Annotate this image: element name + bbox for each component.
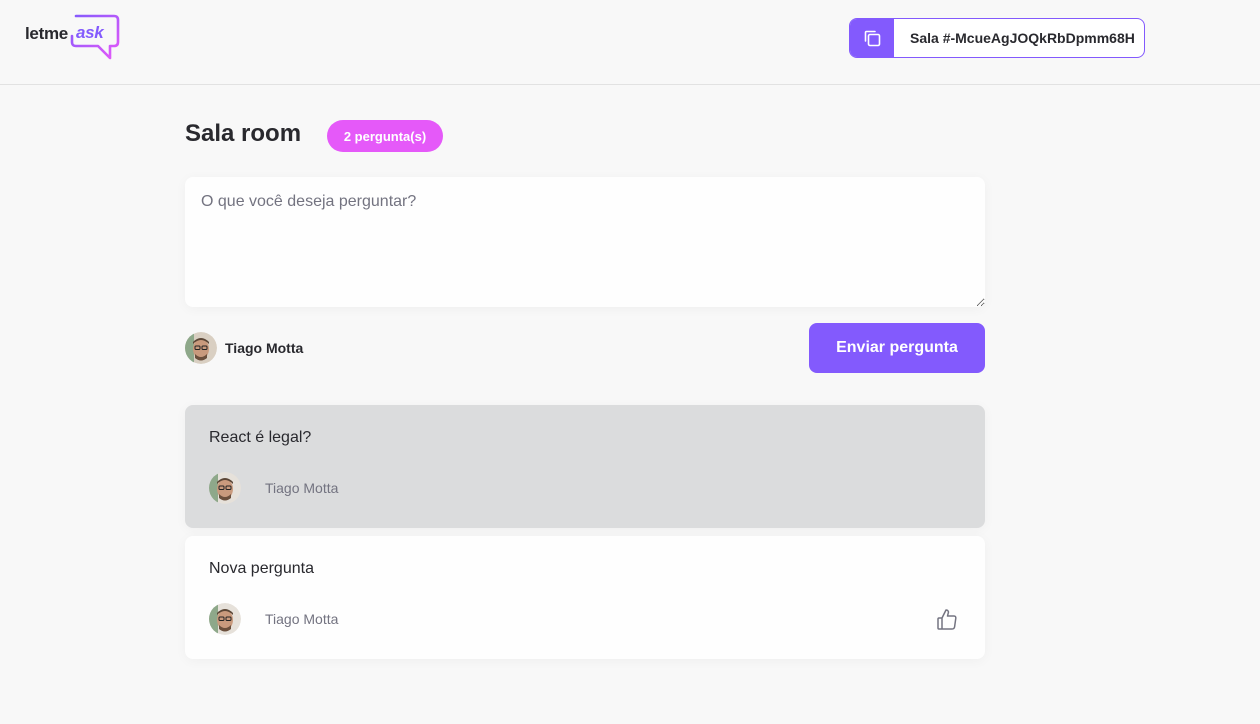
user-name: Tiago Motta	[225, 340, 304, 356]
page-title: Sala room	[185, 120, 302, 147]
letmeask-logo[interactable]: letme ask	[24, 14, 120, 62]
question-footer: Tiago Motta	[209, 603, 961, 635]
copy-icon	[864, 30, 881, 47]
author-avatar	[209, 472, 241, 504]
question-footer: Tiago Motta	[209, 472, 961, 504]
logo-text-letme: letme	[25, 24, 68, 43]
room-code-label: Sala #-McueAgJOQkRbDpmm68H	[910, 30, 1135, 46]
logo-text-ask: ask	[76, 23, 104, 42]
question-content: React é legal?	[209, 429, 312, 446]
question-card: React é legal? Tiago Motta	[185, 405, 985, 528]
current-user-info: Tiago Motta	[185, 332, 303, 364]
question-author: Tiago Motta	[209, 472, 338, 504]
user-avatar	[185, 332, 217, 364]
author-avatar	[209, 603, 241, 635]
room-code-button[interactable]: Sala #-McueAgJOQkRbDpmm68H	[849, 18, 1145, 58]
question-author: Tiago Motta	[209, 603, 338, 635]
question-content: Nova pergunta	[209, 560, 314, 577]
question-count-badge: 2 pergunta(s)	[327, 120, 443, 152]
question-card: Nova pergunta Tiago Motta	[185, 536, 985, 659]
like-button[interactable]	[933, 605, 961, 633]
question-input[interactable]	[185, 177, 985, 307]
send-question-button[interactable]: Enviar pergunta	[809, 323, 985, 373]
author-name: Tiago Motta	[265, 611, 339, 627]
page-header: letme ask Sala #-McueAgJOQkRbDpmm68H	[0, 0, 1260, 85]
copy-button-area[interactable]	[850, 19, 894, 57]
author-name: Tiago Motta	[265, 480, 339, 496]
thumbs-up-icon	[937, 609, 957, 630]
